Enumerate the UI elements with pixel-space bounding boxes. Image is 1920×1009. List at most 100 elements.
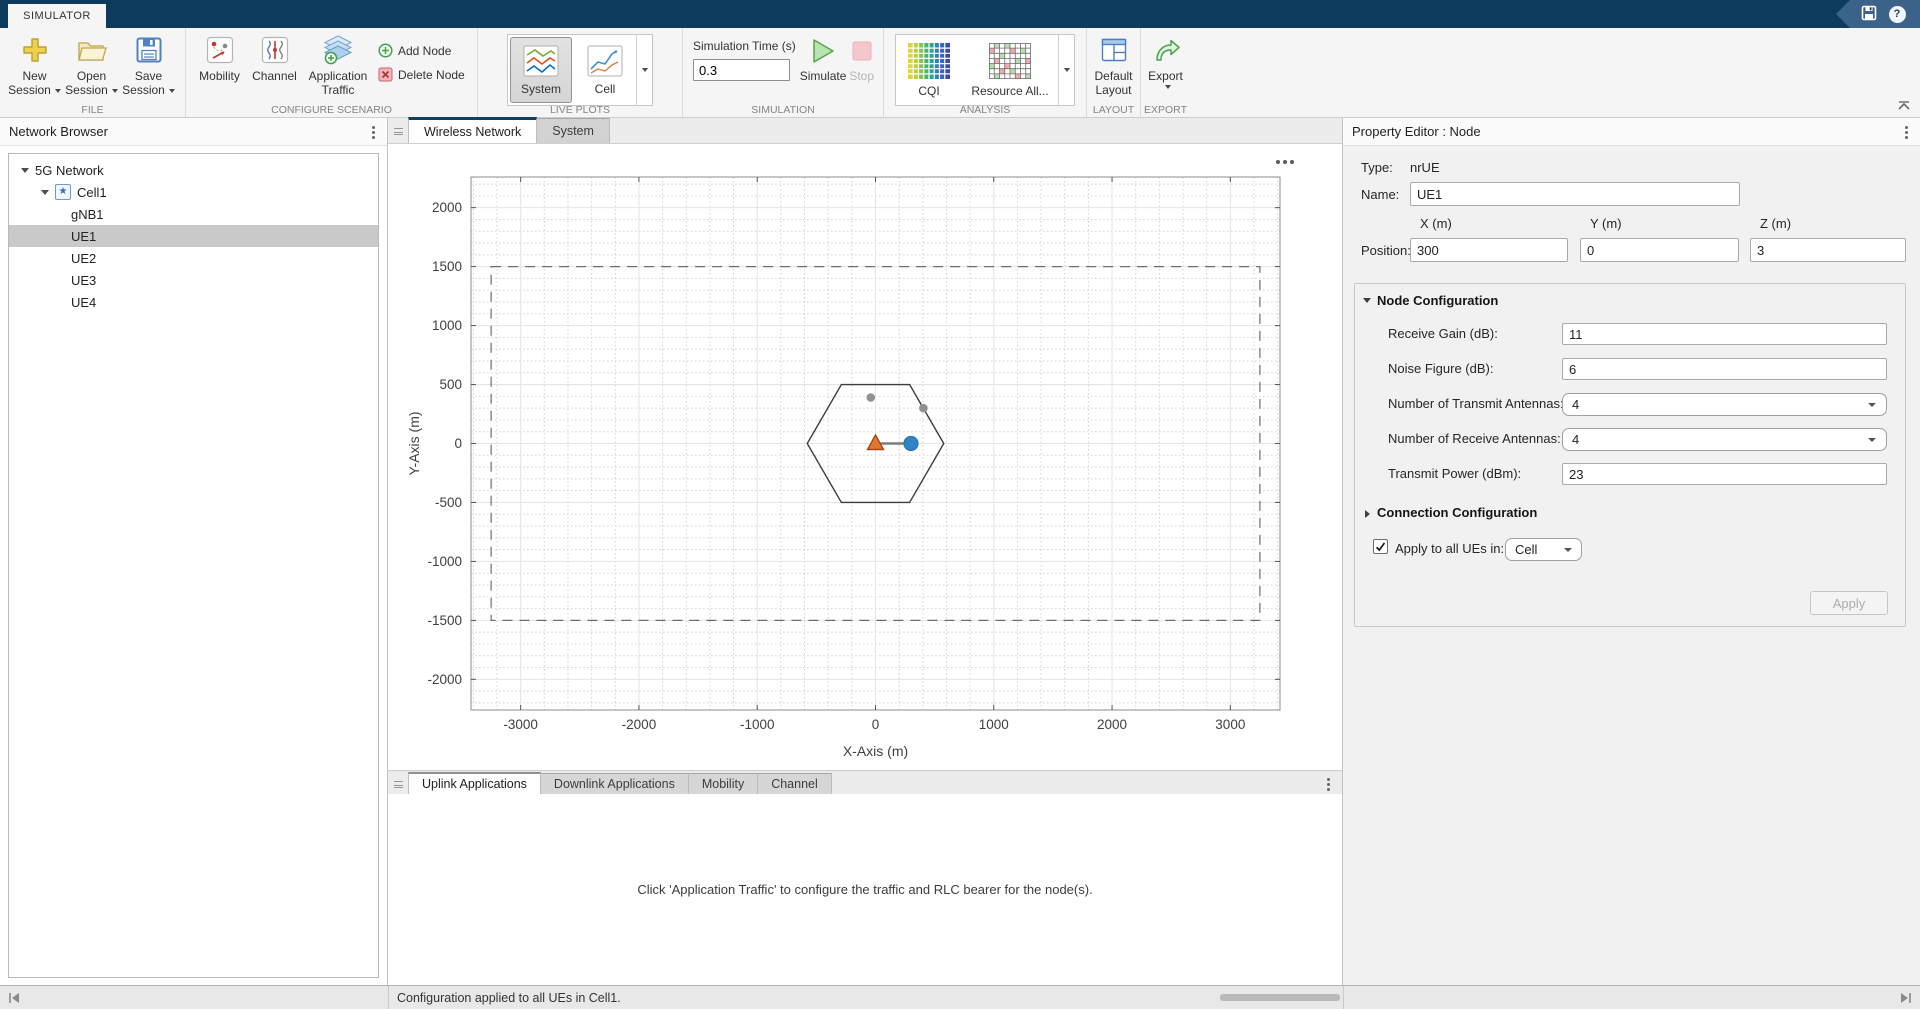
name-input[interactable] [1410, 182, 1740, 206]
pos-header-x: X (m) [1420, 216, 1452, 231]
simulation-time-label: Simulation Time (s) [693, 39, 796, 53]
position-y-input[interactable] [1580, 238, 1739, 262]
help-icon[interactable]: ? [1889, 6, 1906, 23]
export-button[interactable]: Export [1147, 31, 1184, 89]
receive-gain-input[interactable] [1562, 323, 1887, 345]
dropdown-caret-icon [1165, 85, 1171, 89]
skip-to-start-icon[interactable] [8, 992, 21, 1007]
simulation-time-input[interactable] [693, 59, 790, 81]
tree-item-ue4[interactable]: UE4 [9, 291, 378, 313]
svg-text:2000: 2000 [432, 200, 462, 215]
expander-icon[interactable] [21, 168, 29, 173]
drag-handle-icon[interactable] [394, 781, 403, 788]
noise-figure-input[interactable] [1562, 358, 1887, 380]
pos-header-y: Y (m) [1590, 216, 1622, 231]
ribbon-section-export: Export EXPORT [1141, 28, 1190, 117]
panel-menu-icon[interactable] [1327, 778, 1330, 781]
simulator-app: SIMULATOR ? New Session [0, 0, 1920, 1009]
panel-menu-icon[interactable] [372, 126, 375, 129]
resource-allocation-button[interactable]: Resource All... [962, 35, 1058, 105]
node-UE1-marker[interactable] [904, 437, 918, 451]
tree-item-cell1[interactable]: ★Cell1 [9, 181, 378, 203]
simulate-button[interactable]: Simulate [800, 31, 847, 83]
drag-handle-icon[interactable] [394, 128, 403, 135]
tab-uplink-applications[interactable]: Uplink Applications [408, 772, 541, 794]
section-label-live-plots: LIVE PLOTS [478, 104, 682, 116]
tab-channel[interactable]: Channel [758, 773, 832, 794]
property-editor-title: Property Editor : Node [1352, 124, 1481, 139]
axes-toolbar-ellipsis-icon[interactable] [1276, 160, 1280, 164]
panel-menu-icon[interactable] [1905, 126, 1908, 129]
apply-button[interactable]: Apply [1810, 591, 1888, 615]
application-traffic-button[interactable]: Application Traffic [302, 31, 374, 97]
noise-figure-label: Noise Figure (dB): [1388, 361, 1493, 376]
default-layout-button[interactable]: Default Layout [1093, 31, 1134, 97]
live-plots-gallery: System Cell [507, 34, 653, 106]
cell-plot-button[interactable]: Cell [574, 35, 636, 105]
tab-simulator[interactable]: SIMULATOR [8, 4, 106, 28]
analysis-gallery-caret[interactable] [1058, 35, 1074, 105]
dropdown-caret-icon [55, 89, 61, 93]
tab-mobility[interactable]: Mobility [689, 773, 758, 794]
position-label: Position: [1361, 243, 1411, 258]
dropdown-caret-icon [169, 89, 175, 93]
node-gNB1-marker[interactable] [868, 435, 884, 450]
mobility-button[interactable]: Mobility [192, 31, 247, 83]
connection-configuration-heading: Connection Configuration [1377, 505, 1537, 520]
node-UE-marker[interactable] [919, 404, 928, 413]
position-z-input[interactable] [1750, 238, 1906, 262]
save-session-icon [136, 34, 162, 66]
live-plots-gallery-caret[interactable] [636, 35, 652, 105]
y-axis-label: Y-Axis (m) [406, 411, 422, 475]
svg-text:500: 500 [439, 377, 462, 392]
tab-wireless-network[interactable]: Wireless Network [408, 117, 537, 143]
tree-item-ue1[interactable]: UE1 [9, 225, 378, 247]
tree-item-ue3[interactable]: UE3 [9, 269, 378, 291]
status-message: Configuration applied to all UEs in Cell… [397, 991, 621, 1005]
tab-system[interactable]: System [537, 118, 610, 143]
transmit-power-input[interactable] [1562, 463, 1887, 485]
receive-antennas-dropdown[interactable]: 4 [1562, 428, 1887, 451]
tree-item-gnb1[interactable]: gNB1 [9, 203, 378, 225]
collapse-ribbon-button[interactable] [1896, 100, 1912, 112]
system-plot-icon [523, 45, 559, 80]
section-expanded-icon[interactable] [1363, 298, 1371, 303]
apply-scope-dropdown[interactable]: Cell [1505, 538, 1582, 561]
apply-to-all-checkbox[interactable] [1373, 539, 1388, 554]
chevron-down-icon [1868, 403, 1876, 407]
save-session-button[interactable]: Save Session [120, 31, 177, 97]
property-editor-header: Property Editor : Node [1343, 118, 1920, 146]
network-browser-panel: Network Browser 5G Network★Cell1gNB1UE1U… [0, 118, 388, 985]
tree-item-ue2[interactable]: UE2 [9, 247, 378, 269]
svg-text:1000: 1000 [432, 318, 462, 333]
expander-icon[interactable] [41, 190, 49, 195]
channel-button[interactable]: Channel [247, 31, 302, 83]
tree-item-label: UE1 [71, 229, 96, 244]
delete-node-button[interactable]: Delete Node [378, 67, 465, 82]
save-icon[interactable] [1861, 5, 1877, 24]
cqi-button[interactable]: CQI [896, 35, 962, 105]
node-actions: Add Node Delete Node [378, 31, 465, 82]
cqi-grid-icon [908, 43, 950, 82]
receive-gain-label: Receive Gain (dB): [1388, 326, 1498, 341]
tree-item-label: UE4 [71, 295, 96, 310]
tab-downlink-applications[interactable]: Downlink Applications [541, 773, 689, 794]
status-bar: Configuration applied to all UEs in Cell… [0, 985, 1920, 1009]
system-plot-button[interactable]: System [510, 37, 572, 103]
tree-item-5g-network[interactable]: 5G Network [9, 159, 378, 181]
open-session-button[interactable]: Open Session [63, 31, 120, 97]
add-node-button[interactable]: Add Node [378, 43, 465, 58]
horizontal-scrollbar-thumb[interactable] [1220, 994, 1340, 1001]
node-UE-marker[interactable] [866, 393, 875, 402]
plot-document: -3000-2000-10000100020003000-2000-1500-1… [388, 144, 1342, 770]
tree-item-label: Cell1 [77, 185, 107, 200]
section-collapsed-icon[interactable] [1365, 510, 1370, 518]
transmit-antennas-dropdown[interactable]: 4 [1562, 393, 1887, 416]
new-session-button[interactable]: New Session [6, 31, 63, 97]
simulate-play-icon [810, 37, 836, 65]
skip-to-end-icon[interactable] [1899, 992, 1912, 1007]
analysis-gallery: CQI [895, 34, 1075, 106]
svg-text:-1000: -1000 [740, 717, 775, 732]
position-x-input[interactable] [1410, 238, 1568, 262]
quick-access-toolbar: ? [1836, 0, 1920, 28]
